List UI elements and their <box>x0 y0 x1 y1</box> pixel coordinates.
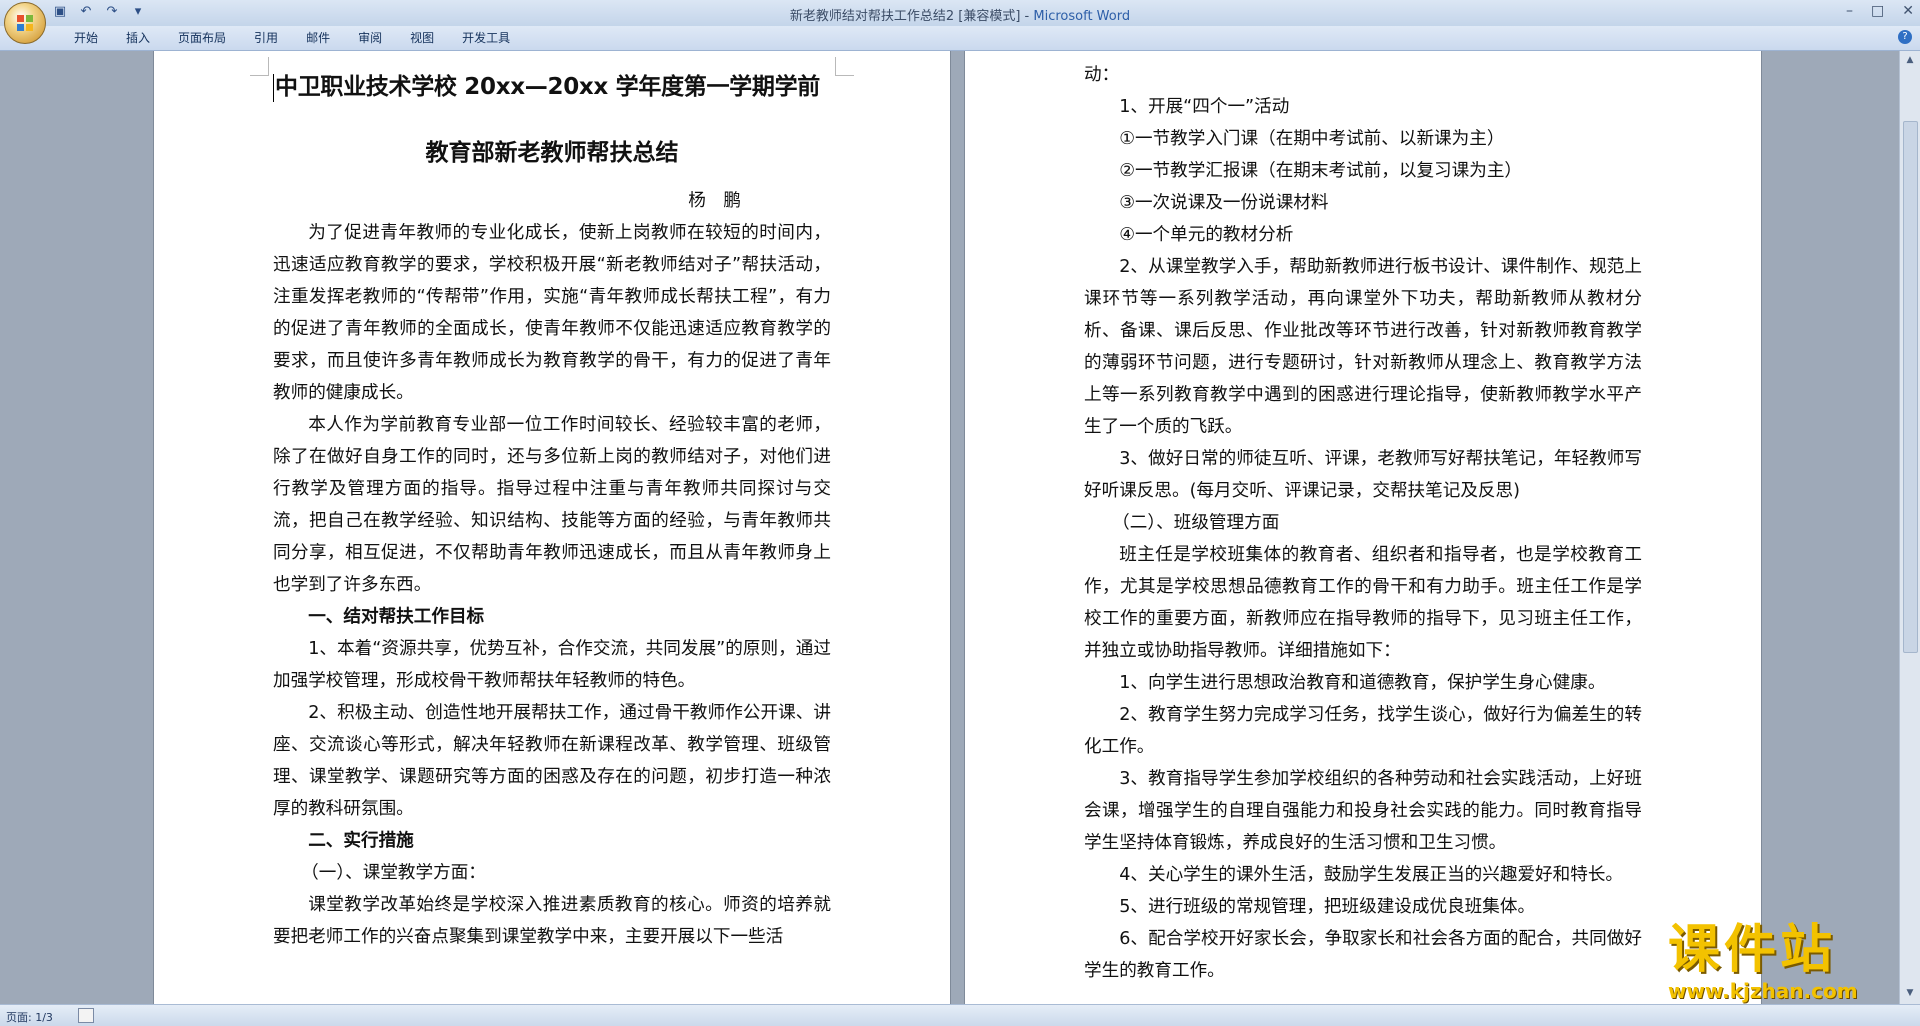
close-icon[interactable]: ✕ <box>1902 3 1914 19</box>
list-item: 6、配合学校开好家长会，争取家长和社会各方面的配合，共同做好学生的教育工作。 <box>1084 929 1642 981</box>
section-heading: 一、结对帮扶工作目标 <box>308 607 485 627</box>
title-bar: ▣ ↶ ↷ ▾ 新老教师结对帮扶工作总结2 [兼容模式] - Microsoft… <box>0 0 1920 26</box>
text-cursor <box>273 73 274 102</box>
vertical-scrollbar[interactable]: ▲ ▼ <box>1899 51 1920 1004</box>
list-item: 4、关心学生的课外生活，鼓励学生发展正当的兴趣爱好和特长。 <box>1119 865 1624 885</box>
minimize-icon[interactable]: – <box>1846 3 1853 19</box>
list-item: ③一次说课及一份说课材料 <box>1119 193 1329 213</box>
list-item: 1、向学生进行思想政治教育和道德教育，保护学生身心健康。 <box>1119 673 1606 693</box>
list-item: 3、教育指导学生参加学校组织的各种劳动和社会实践活动，上好班会课，增强学生的自理… <box>1084 769 1642 853</box>
tab-insert[interactable]: 插入 <box>112 30 164 46</box>
maximize-icon[interactable]: □ <box>1871 3 1884 19</box>
page-2-text[interactable]: 动： 1、开展“四个一”活动 ①一节教学入门课（在期中考试前、以新课为主） ②一… <box>1084 59 1642 987</box>
tab-mailings[interactable]: 邮件 <box>292 30 344 46</box>
scrollbar-thumb[interactable] <box>1903 121 1918 653</box>
paragraph: 2、从课堂教学入手，帮助新教师进行板书设计、课件制作、规范上课环节等一系列教学活… <box>1084 257 1642 437</box>
document-title: 新老教师结对帮扶工作总结2 [兼容模式] - <box>789 9 1034 24</box>
page-1-text[interactable]: 中卫职业技术学校 20xx—20xx 学年度第一学期学前 教育部新老教师帮扶总结… <box>273 51 831 953</box>
help-icon[interactable]: ? <box>1898 30 1912 44</box>
margin-corner-mark <box>250 57 269 76</box>
paragraph: 1、本着“资源共享，优势互补，合作交流，共同发展”的原则，通过加强学校管理，形成… <box>273 639 831 691</box>
watermark-url: www.kjzhan.com <box>1668 979 1858 1003</box>
list-item: ②一节教学汇报课（在期末考试前，以复习课为主） <box>1119 161 1523 181</box>
section-heading: 二、实行措施 <box>308 831 414 851</box>
list-item: 2、教育学生努力完成学习任务，找学生谈心，做好行为偏差生的转化工作。 <box>1084 705 1642 757</box>
document-page-2[interactable]: 动： 1、开展“四个一”活动 ①一节教学入门课（在期中考试前、以新课为主） ②一… <box>964 51 1762 1004</box>
watermark-logo: 课件站 www.kjzhan.com <box>1668 920 1920 1004</box>
office-logo-icon <box>17 15 33 31</box>
document-title-line-1: 中卫职业技术学校 20xx—20xx 学年度第一学期学前 <box>273 73 820 102</box>
window-controls: – □ ✕ <box>1846 3 1914 19</box>
document-workspace[interactable]: 中卫职业技术学校 20xx—20xx 学年度第一学期学前 教育部新老教师帮扶总结… <box>0 51 1900 1004</box>
paragraph: 本人作为学前教育专业部一位工作时间较长、经验较丰富的老师，除了在做好自身工作的同… <box>273 415 831 595</box>
ribbon: 开始 插入 页面布局 引用 邮件 审阅 视图 开发工具 ? <box>0 26 1920 51</box>
office-button[interactable] <box>4 2 46 44</box>
document-page-1[interactable]: 中卫职业技术学校 20xx—20xx 学年度第一学期学前 教育部新老教师帮扶总结… <box>153 51 951 1004</box>
paragraph: 动： <box>1084 65 1120 85</box>
list-item: 1、开展“四个一”活动 <box>1119 97 1290 117</box>
tab-review[interactable]: 审阅 <box>344 30 396 46</box>
page-counter[interactable]: 页面: 1/3 <box>6 1009 53 1025</box>
window-title: 新老教师结对帮扶工作总结2 [兼容模式] - Microsoft Word <box>0 5 1920 24</box>
author-name: 杨 鹏 <box>688 191 741 211</box>
scroll-up-icon[interactable]: ▲ <box>1904 55 1916 67</box>
list-item: 5、进行班级的常规管理，把班级建设成优良班集体。 <box>1119 897 1536 917</box>
paragraph: 课堂教学改革始终是学校深入推进素质教育的核心。师资的培养就要把老师工作的兴奋点聚… <box>273 895 831 947</box>
tab-references[interactable]: 引用 <box>240 30 292 46</box>
document-title-line-2: 教育部新老教师帮扶总结 <box>425 140 679 166</box>
tab-page-layout[interactable]: 页面布局 <box>164 30 240 46</box>
tab-home[interactable]: 开始 <box>60 30 112 46</box>
tab-view[interactable]: 视图 <box>396 30 448 46</box>
app-name: Microsoft Word <box>1033 9 1131 24</box>
status-bar: 页面: 1/3 <box>0 1004 1920 1026</box>
ribbon-tabs: 开始 插入 页面布局 引用 邮件 审阅 视图 开发工具 <box>60 30 524 46</box>
watermark-title: 课件站 <box>1668 920 1837 980</box>
subsection-heading: （二）、班级管理方面 <box>1112 513 1280 533</box>
list-item: ④一个单元的教材分析 <box>1119 225 1294 245</box>
list-item: ①一节教学入门课（在期中考试前、以新课为主） <box>1119 129 1505 149</box>
paragraph: 为了促进青年教师的专业化成长，使新上岗教师在较短的时间内，迅速适应教育教学的要求… <box>273 223 831 403</box>
paragraph: 班主任是学校班集体的教育者、组织者和指导者，也是学校教育工作，尤其是学校思想品德… <box>1084 545 1642 661</box>
tab-developer[interactable]: 开发工具 <box>448 30 524 46</box>
paragraph: 2、积极主动、创造性地开展帮扶工作，通过骨干教师作公开课、讲座、交流谈心等形式，… <box>273 703 831 819</box>
subsection-heading: （一）、课堂教学方面： <box>301 863 486 883</box>
paragraph: 3、做好日常的师徒互听、评课，老教师写好帮扶笔记，年轻教师写好听课反思。(每月交… <box>1084 449 1642 501</box>
proofing-icon[interactable] <box>78 1008 94 1023</box>
margin-corner-mark <box>835 57 854 76</box>
